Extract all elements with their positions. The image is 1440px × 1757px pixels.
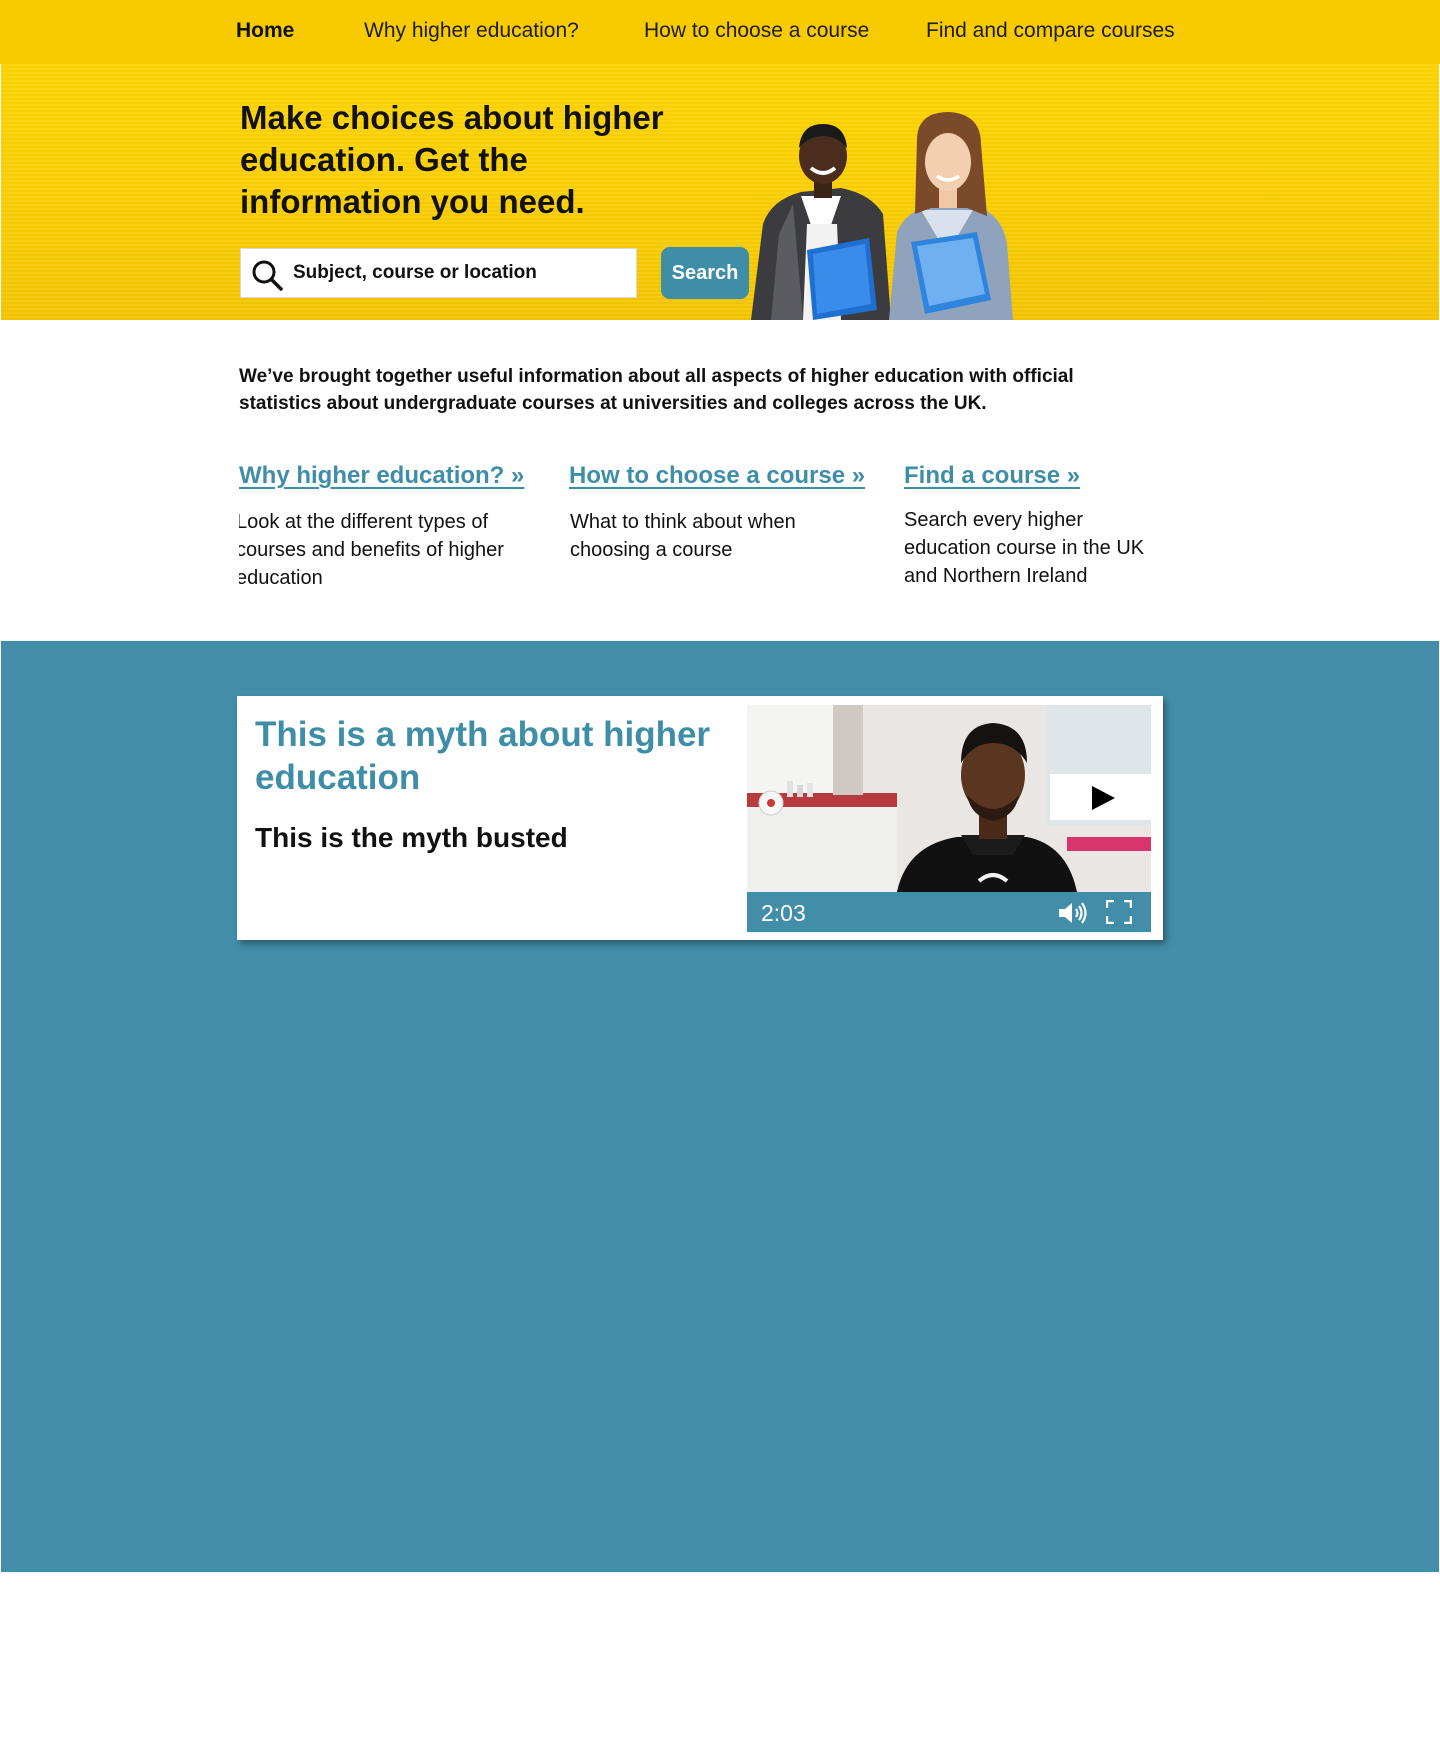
search-icon — [252, 260, 283, 291]
nav-item-find-and-compare-courses[interactable]: Find and compare courses — [926, 19, 1175, 43]
feature-description: Look at the different types of courses a… — [239, 511, 504, 589]
feature-how-to-choose-a-course: How to choose a course » What to think a… — [569, 462, 865, 564]
myth-section: This is a myth about higher education Th… — [1, 641, 1439, 1572]
students-photo — [751, 112, 1013, 320]
video-duration: 2:03 — [761, 900, 806, 926]
fullscreen-icon[interactable] — [1106, 900, 1132, 924]
search-box — [240, 248, 637, 298]
myth-card: This is a myth about higher education Th… — [237, 696, 1163, 940]
nav-item-how-to-choose-a-course[interactable]: How to choose a course — [644, 19, 869, 43]
search-input[interactable] — [293, 249, 623, 297]
intro-text: We’ve brought together useful informatio… — [239, 366, 1074, 414]
hero-banner: Make choices about higher education. Get… — [1, 64, 1439, 320]
play-icon — [1092, 786, 1115, 810]
nav-item-home[interactable]: Home — [236, 19, 294, 43]
find-a-course-link[interactable]: Find a course » — [904, 462, 1174, 490]
feature-description: What to think about when choosing a cour… — [570, 511, 796, 561]
feature-find-a-course: Find a course » Search every higher educ… — [904, 462, 1174, 590]
play-button[interactable] — [1050, 774, 1151, 820]
video-controls: 2:03 — [747, 892, 1151, 932]
how-to-choose-a-course-link[interactable]: How to choose a course » — [569, 462, 865, 490]
volume-icon[interactable] — [1058, 901, 1088, 925]
top-navigation: Home Why higher education? How to choose… — [0, 0, 1440, 64]
why-higher-education-link[interactable]: Why higher education? » — [239, 462, 529, 490]
myth-title: This is a myth about higher education — [255, 715, 711, 797]
myth-subtitle: This is the myth busted — [255, 822, 568, 853]
nav-item-why-higher-education[interactable]: Why higher education? — [364, 19, 579, 43]
feature-why-higher-education: Why higher education? » Look at the diff… — [239, 462, 529, 612]
search-button[interactable]: Search — [661, 247, 749, 299]
feature-description: Search every higher education course in … — [904, 509, 1145, 587]
hero-heading: Make choices about higher education. Get… — [240, 99, 664, 220]
video-player[interactable]: 2:03 — [747, 705, 1151, 932]
feature-description-clip: Look at the different types of courses a… — [239, 490, 529, 612]
